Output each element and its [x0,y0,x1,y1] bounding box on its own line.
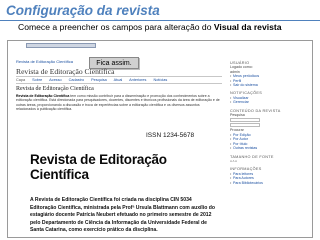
site-title: Revista de Editoração Científica [16,67,115,76]
menu-item-search[interactable]: Pesquisa [91,78,107,82]
site-breadcrumb[interactable]: Revista de Editoração Científica [16,59,73,64]
journal-cover-image: ISSN 1234-5678 Revista de Editoração Cie… [16,112,222,237]
sidebar-link-librarians[interactable]: Para Bibliotecários [230,181,312,186]
subtitle-prefix: Comece a preencher os campos para altera… [18,22,214,32]
menu-item-access[interactable]: Acesso [49,78,61,82]
menu-item-archives[interactable]: Anteriores [129,78,146,82]
cover-issn: ISSN 1234-5678 [146,132,195,139]
menu-item-about[interactable]: Sobre [32,78,42,82]
slide-title: Configuração da revista [6,3,160,18]
cover-paragraph: A Revista de Editoração Científica foi c… [30,197,216,235]
sidebar-link-other-journals[interactable]: Outras revistas [230,146,312,151]
sidebar-link-logout[interactable]: Sair do sistema [230,83,312,88]
menu-item-register[interactable]: Cadastro [69,78,84,82]
site-menu: Capa Sobre Acesso Cadastro Pesquisa Atua… [16,76,222,84]
sidebar: USUÁRIO Logado como: admin Meus periódic… [230,57,312,237]
menu-item-home[interactable]: Capa [16,78,25,82]
sidebar-search-scope[interactable] [230,123,260,128]
sidebar-search-input[interactable] [230,118,260,123]
page-heading: Revista de Editoração Científica [16,86,94,92]
journal-description: Revista de Editoração Científica tem com… [16,94,220,112]
subtitle-emphasis: Visual da revista [213,22,282,32]
sidebar-link-manage[interactable]: Gerenciar [230,100,312,105]
menu-item-news[interactable]: Notícias [154,78,168,82]
title-rule [0,20,320,21]
cover-title: Revista de Editoração Científica [30,152,167,182]
description-journal-name: Revista de Editoração Científica [16,94,70,98]
sidebar-search-label: Pesquisa [230,113,245,118]
menu-item-current[interactable]: Atual [114,78,123,82]
cover-paragraph-journal: A Revista de Editoração Científica [30,197,113,203]
slide-subtitle: Comece a preencher os campos para altera… [18,22,282,32]
address-bar[interactable] [26,43,96,48]
journal-screenshot: Fica assim. Revista de Editoração Cientí… [7,40,313,238]
font-size-controls[interactable]: A A A [230,159,312,163]
